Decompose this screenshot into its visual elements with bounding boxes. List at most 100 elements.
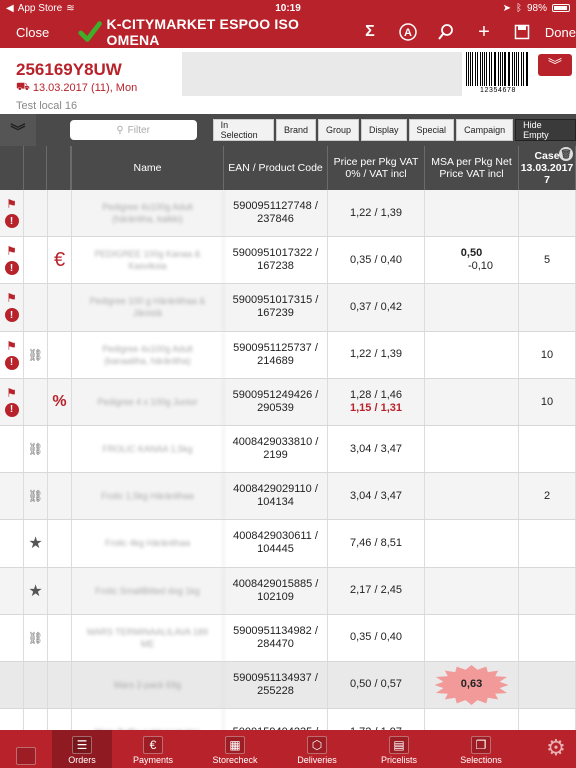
promo-cell — [48, 284, 72, 331]
promo-cell — [48, 614, 72, 661]
alert-icon: ! — [4, 355, 19, 370]
tab-storecheck[interactable]: ▦ Storecheck — [194, 730, 276, 768]
filter-button-display[interactable]: Display — [361, 119, 407, 141]
column-msa[interactable]: MSA per Pkg Net Price VAT incl — [425, 146, 519, 190]
filter-button-special[interactable]: Special — [408, 119, 455, 141]
product-code: 255228 — [257, 684, 294, 697]
tab-pricelists[interactable]: ▤ Pricelists — [358, 730, 440, 768]
product-code: 102109 — [257, 590, 294, 603]
trash-icon[interactable]: 🗑 — [559, 147, 573, 161]
case-quantity[interactable] — [519, 284, 576, 331]
msa-cell — [425, 567, 519, 614]
case-quantity[interactable]: 5 — [519, 237, 576, 284]
auto-order-icon: A — [399, 23, 417, 41]
filter-input[interactable]: ⚲ Filter — [69, 120, 197, 140]
promo-cell — [48, 425, 72, 473]
case-quantity[interactable] — [519, 520, 576, 567]
auto-order-button[interactable]: A — [389, 18, 427, 46]
tab-thumbnail[interactable] — [0, 730, 52, 768]
link-cell — [24, 237, 48, 284]
msa-cell — [425, 473, 519, 520]
table-row[interactable]: ★ Frolic 4kg Häränlihaa 4008429030611 /104… — [0, 520, 576, 568]
price-cell: 0,35 / 0,40 — [328, 614, 425, 661]
column-name[interactable]: Name — [72, 146, 224, 190]
status-cell — [0, 614, 24, 661]
case-quantity[interactable] — [519, 614, 576, 661]
product-ean: 5900951127748 /237846 — [224, 190, 328, 237]
header-menu-button[interactable]: ︾ — [538, 54, 572, 76]
table-row[interactable]: ★ Frolic SmallBitted dog 1kg 4008429015885… — [0, 567, 576, 615]
table-row[interactable]: ⛓ MARS TERMINAALILAVA 189 ME 5900951134982… — [0, 614, 576, 662]
product-ean: 4008429030611 /104445 — [224, 520, 328, 567]
msa-cell — [425, 190, 519, 237]
msa-cell: 0,50 -0,10 — [425, 237, 519, 284]
star-icon: ★ — [28, 535, 43, 553]
price-value: 1,22 / 1,39 — [350, 206, 402, 219]
settings-button[interactable]: ⚙ — [536, 730, 576, 768]
table-row[interactable]: ⚑! Pedigree 4x100g Adult (häränliha, kalk… — [0, 190, 576, 238]
pricelists-icon: ▤ — [389, 736, 409, 754]
product-name: PEDIGREE 100g Kanaa & Kasviksia — [72, 237, 224, 284]
tab-payments[interactable]: € Payments — [112, 730, 194, 768]
flag-icon: ⚑ — [6, 197, 17, 212]
column-price[interactable]: Price per Pkg VAT 0% / VAT incl — [328, 146, 425, 190]
table-row[interactable]: Mars Buffia suklaapatukka5000159404235 /… — [0, 709, 576, 730]
table-row[interactable]: ⚑! € PEDIGREE 100g Kanaa & Kasviksia 590095… — [0, 237, 576, 285]
collapse-button[interactable]: ︾ — [0, 114, 36, 146]
column-ean[interactable]: EAN / Product Code — [224, 146, 328, 190]
case-quantity[interactable]: 10 — [519, 378, 576, 425]
close-button[interactable]: Close — [0, 25, 76, 40]
barcode[interactable]: 12354678 — [466, 52, 530, 98]
filter-button-hide-empty[interactable]: Hide Empty — [515, 119, 576, 141]
tab-label: Storecheck — [212, 755, 258, 765]
delivery-truck-icon: ⛟ — [16, 81, 30, 93]
save-button[interactable] — [503, 18, 541, 46]
column-case[interactable]: Case 13.03.2017 7 🗑 — [519, 146, 576, 190]
tab-deliveries[interactable]: ⬡ Deliveries — [276, 730, 358, 768]
table-row[interactable]: ⚑! Pedigree 100 g Häränlihaa & Jänistä 590… — [0, 284, 576, 332]
table-row[interactable]: Mars 2-pack 69g 5900951134937 /255228 0,50… — [0, 661, 576, 710]
msa-cell: 0,63 — [425, 661, 519, 709]
case-quantity[interactable] — [519, 709, 576, 730]
price-value: 0,35 / 0,40 — [350, 631, 402, 644]
store-title-text: K-CITYMARKET ESPOO ISO OMENA — [106, 16, 300, 48]
product-ean: 4008429033810 /2199 — [224, 425, 328, 473]
table-row[interactable]: ⚑!% Pedigree 4 x 100g Junior 5900951249426… — [0, 378, 576, 426]
order-date-text: 13.03.2017 (11), Mon — [32, 82, 138, 94]
price-cell: 3,04 / 3,47 — [328, 425, 425, 473]
product-ean: 5900951249426 /290539 — [224, 378, 328, 425]
case-quantity[interactable] — [519, 425, 576, 473]
product-name: MARS TERMINAALILAVA 189 ME — [72, 614, 224, 661]
tab-orders[interactable]: ☰ Orders — [52, 730, 112, 768]
price-value: 1,28 / 1,46 — [350, 388, 402, 401]
sum-button[interactable]: Σ — [351, 18, 389, 46]
case-quantity[interactable] — [519, 190, 576, 237]
promo-cell — [48, 709, 72, 730]
case-quantity[interactable] — [519, 567, 576, 614]
product-code: 290539 — [257, 401, 294, 414]
tab-selections[interactable]: ❐ Selections — [440, 730, 522, 768]
table-row[interactable]: ⛓ Frolic 1,5kg Häränlihaa 4008429029110 /1… — [0, 473, 576, 521]
case-quantity[interactable]: 2 — [519, 473, 576, 520]
product-name: Frolic SmallBitted dog 1kg — [72, 567, 224, 614]
payments-icon: € — [143, 736, 163, 754]
done-button[interactable]: Done — [545, 25, 576, 40]
status-cell — [0, 473, 24, 520]
flag-icon: ⚑ — [6, 338, 17, 353]
filter-button-group[interactable]: Group — [318, 119, 360, 141]
case-quantity[interactable]: 10 — [519, 331, 576, 378]
table-row[interactable]: ⛓ FROLIC KANAA 1,5kg 4008429033810 /2199 3,… — [0, 425, 576, 474]
ean-code: 4008429030611 / — [233, 530, 318, 543]
link-cell — [24, 378, 48, 425]
add-button[interactable]: + — [465, 18, 503, 46]
search-stamp-button[interactable] — [427, 18, 465, 46]
filter-button-brand[interactable]: Brand — [275, 119, 316, 141]
product-ean: 5900951134937 /255228 — [224, 661, 328, 709]
table-row[interactable]: ⚑! ⛓ Pedigree 4x100g Adult (kanaaliha, här… — [0, 331, 576, 379]
filter-button-in-selection[interactable]: In Selection — [212, 119, 274, 141]
case-quantity[interactable] — [519, 661, 576, 709]
order-header: 256169Y8UW ⛟ 13.03.2017 (11), Mon Test l… — [0, 48, 576, 114]
msa-burst: 0,63 — [434, 664, 509, 705]
filter-button-campaign[interactable]: Campaign — [456, 119, 514, 141]
ean-code: 4008429015885 / — [232, 577, 319, 590]
